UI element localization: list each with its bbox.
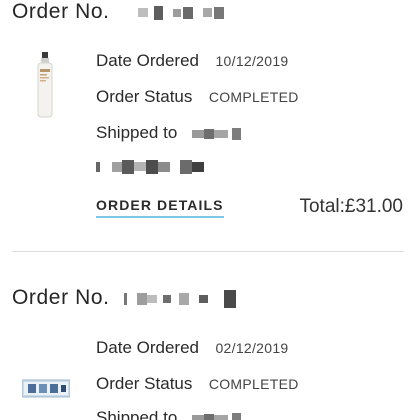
date-ordered-row: Date Ordered 02/12/2019 — [96, 338, 289, 358]
gift-set-box-icon — [21, 379, 71, 398]
order-details-link[interactable]: ORDER DETAILS — [96, 197, 224, 218]
redacted-shipping-name — [191, 410, 241, 420]
redacted-order-number — [124, 286, 237, 310]
redacted-shipping-name — [191, 125, 241, 143]
date-ordered-value: 10/12/2019 — [215, 53, 289, 69]
shipped-to-row: Shipped to — [96, 123, 241, 143]
product-thumbnail-gift-set[interactable] — [21, 377, 71, 399]
order-status-row: Order Status COMPLETED — [96, 374, 299, 394]
order-total: Total:£31.00 — [299, 196, 403, 217]
date-ordered-value: 02/12/2019 — [215, 340, 289, 356]
redacted-shipping-address — [96, 158, 204, 176]
order-history-page: Order No. Date Ordered 10/12/2019 Order … — [0, 0, 420, 420]
shipping-address-row — [96, 158, 204, 176]
shipped-to-label: Shipped to — [96, 408, 178, 420]
order-status-label: Order Status — [96, 87, 193, 106]
date-ordered-label: Date Ordered — [96, 338, 199, 357]
shipped-to-row: Shipped to — [96, 408, 241, 420]
order-number-heading: Order No. — [12, 286, 237, 310]
date-ordered-label: Date Ordered — [96, 51, 199, 70]
date-ordered-row: Date Ordered 10/12/2019 — [96, 51, 289, 71]
order-number-heading: Order No. — [12, 0, 225, 24]
shipped-to-label: Shipped to — [96, 123, 178, 142]
order-status-label: Order Status — [96, 374, 193, 393]
order-number-label: Order No. — [12, 286, 110, 309]
order-status-value: COMPLETED — [208, 376, 299, 392]
product-thumbnail-bottle[interactable] — [35, 52, 55, 118]
order-number-label: Order No. — [12, 0, 110, 23]
lotion-bottle-icon — [37, 52, 53, 118]
order-status-value: COMPLETED — [208, 89, 299, 105]
redacted-order-number — [138, 0, 225, 24]
order-status-row: Order Status COMPLETED — [96, 87, 299, 107]
order-divider — [12, 251, 404, 252]
